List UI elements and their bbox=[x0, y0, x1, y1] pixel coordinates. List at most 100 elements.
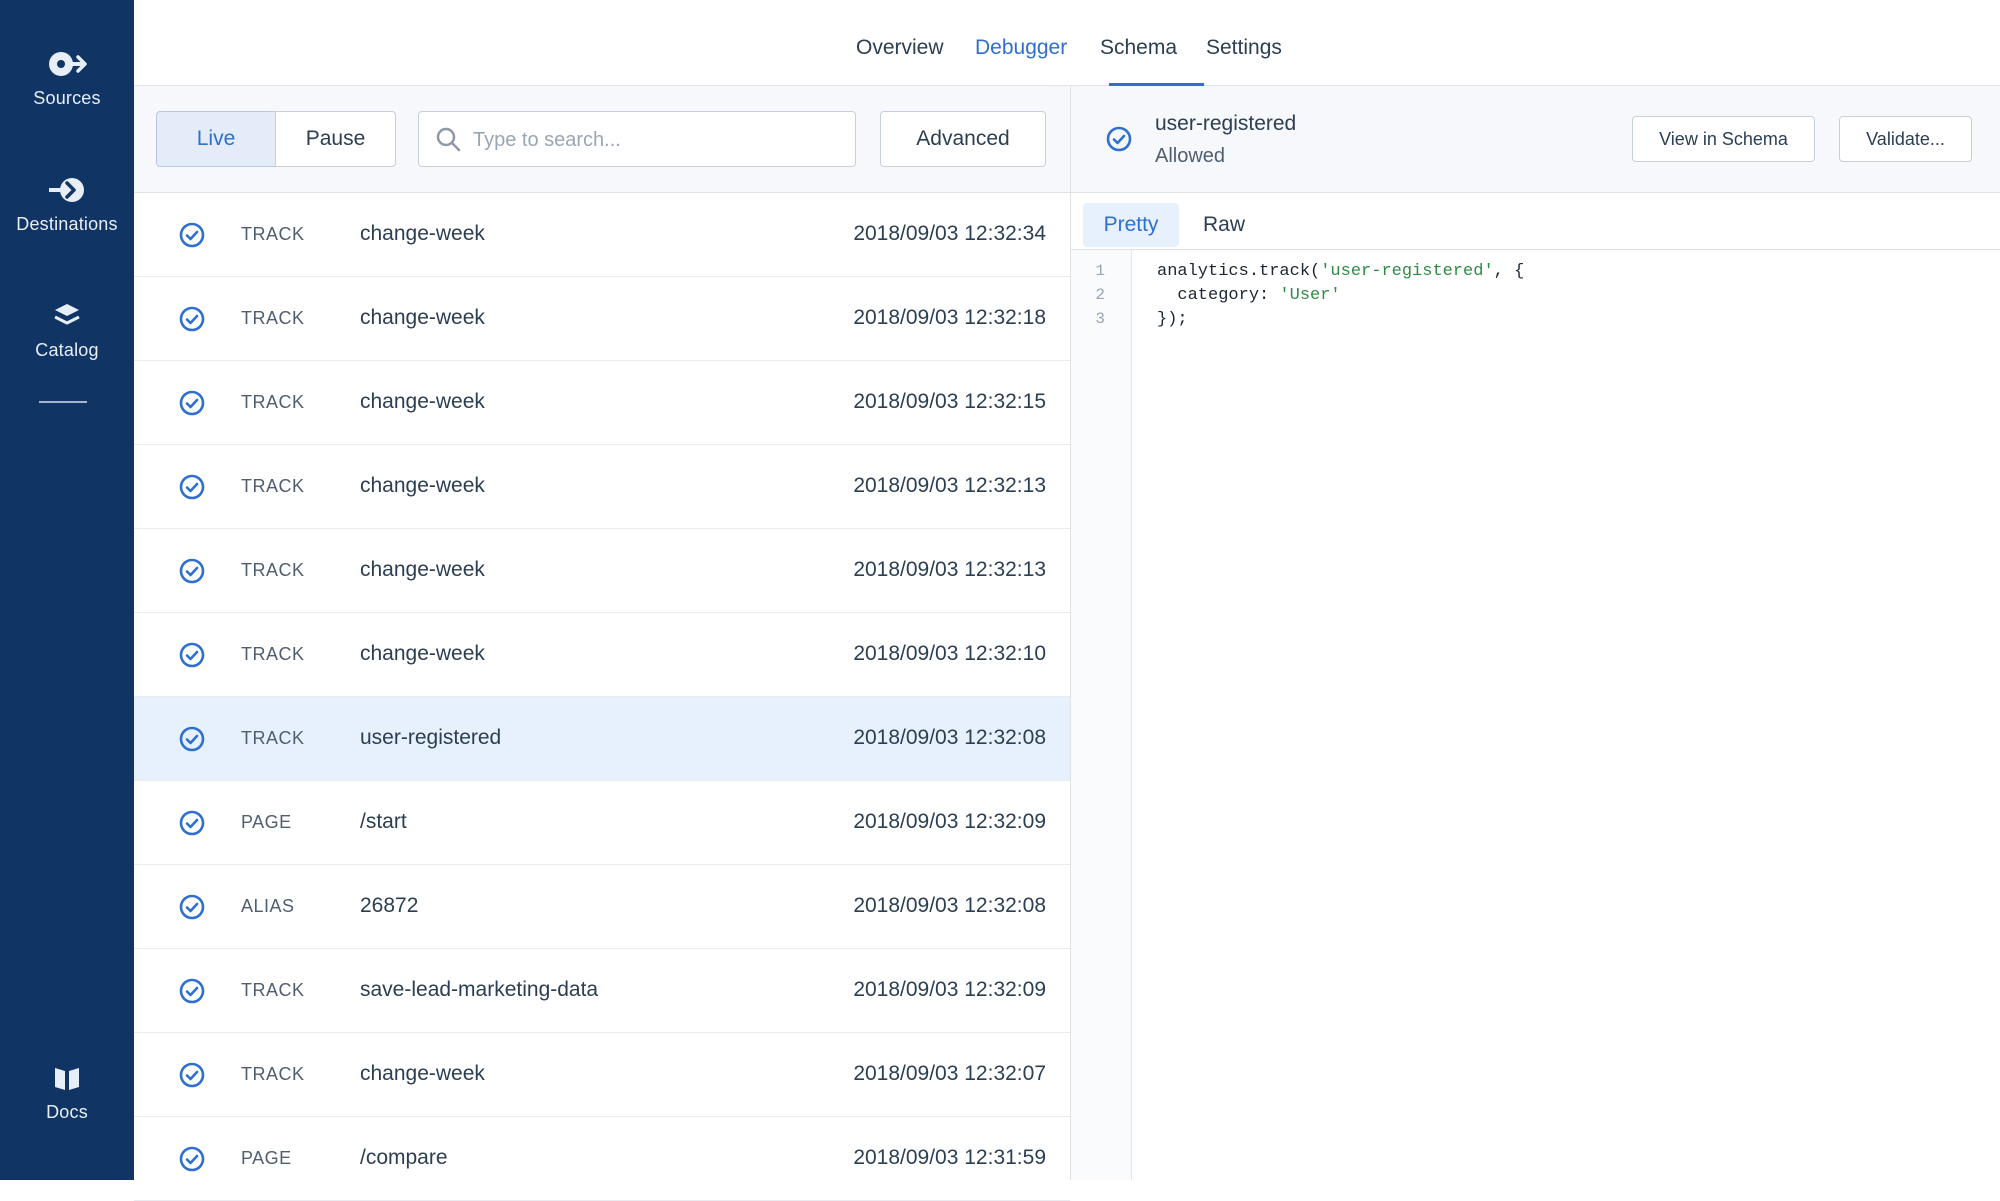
event-name: /start bbox=[360, 810, 407, 833]
event-list: TRACK change-week 2018/09/03 12:32:34 TRACK… bbox=[134, 193, 1070, 1201]
sidebar-item-label: Docs bbox=[46, 1102, 88, 1122]
search-box bbox=[418, 111, 856, 167]
code-text: category: bbox=[1157, 286, 1280, 305]
event-type: TRACK bbox=[241, 476, 305, 496]
event-type: TRACK bbox=[241, 980, 305, 1000]
event-name: change-week bbox=[360, 1062, 485, 1085]
event-timestamp: 2018/09/03 12:32:13 bbox=[853, 558, 1046, 581]
sidebar: Sources Destinations Catalog Docs bbox=[0, 0, 134, 1180]
top-tab-bar: Overview Debugger Schema Settings bbox=[134, 0, 2000, 86]
catalog-icon bbox=[54, 304, 80, 325]
check-circle-icon bbox=[1106, 126, 1132, 152]
event-timestamp: 2018/09/03 12:32:09 bbox=[853, 978, 1046, 1001]
event-type: PAGE bbox=[241, 1148, 292, 1168]
sidebar-item-sources[interactable]: Sources bbox=[0, 46, 134, 109]
event-name: user-registered bbox=[360, 726, 502, 749]
event-row[interactable]: TRACK change-week 2018/09/03 12:32:34 bbox=[134, 193, 1070, 277]
line-number: 2 bbox=[1095, 286, 1105, 304]
tab-settings[interactable]: Settings bbox=[1206, 36, 1282, 60]
event-row[interactable]: TRACK save-lead-marketing-data 2018/09/03 … bbox=[134, 949, 1070, 1033]
event-timestamp: 2018/09/03 12:32:07 bbox=[853, 1062, 1046, 1085]
line-number: 1 bbox=[1095, 262, 1105, 280]
event-type: TRACK bbox=[241, 644, 305, 664]
tab-overview[interactable]: Overview bbox=[856, 36, 944, 60]
event-row[interactable]: PAGE/start 2018/09/03 12:32:09 bbox=[134, 781, 1070, 865]
code-text: analytics.track( bbox=[1157, 262, 1321, 281]
tab-pretty[interactable]: Pretty bbox=[1083, 203, 1179, 247]
tab-schema[interactable]: Schema bbox=[1100, 36, 1177, 60]
code-string: 'User' bbox=[1279, 286, 1341, 305]
event-stream-panel: Live Pause Advanced TRACK change-week 2018… bbox=[134, 86, 1071, 1201]
event-type: TRACK bbox=[241, 224, 305, 244]
check-circle-icon bbox=[179, 390, 205, 416]
sidebar-item-label: Destinations bbox=[16, 214, 118, 234]
tab-raw[interactable]: Raw bbox=[1189, 203, 1259, 247]
event-name: change-week bbox=[360, 306, 485, 329]
code-text: , { bbox=[1493, 262, 1525, 281]
code-viewer: 1 2 3 analytics.track('user-registered',… bbox=[1071, 250, 2000, 1180]
event-name: change-week bbox=[360, 642, 485, 665]
sidebar-item-label: Sources bbox=[33, 88, 101, 108]
event-timestamp: 2018/09/03 12:32:13 bbox=[853, 474, 1046, 497]
event-row[interactable]: TRACK change-week 2018/09/03 12:32:15 bbox=[134, 361, 1070, 445]
debugger-toolbar: Live Pause Advanced bbox=[134, 86, 1070, 193]
event-name: change-week bbox=[360, 558, 485, 581]
line-number: 3 bbox=[1095, 310, 1105, 328]
check-circle-icon bbox=[179, 558, 205, 584]
code-line: analytics.track('user-registered', { bbox=[1157, 262, 1524, 281]
search-icon bbox=[436, 127, 461, 152]
advanced-button[interactable]: Advanced bbox=[880, 111, 1046, 167]
event-name: save-lead-marketing-data bbox=[360, 978, 599, 1001]
sidebar-item-destinations[interactable]: Destinations bbox=[0, 172, 134, 235]
event-name: /compare bbox=[360, 1146, 448, 1169]
event-type: PAGE bbox=[241, 812, 292, 832]
live-button[interactable]: Live bbox=[156, 111, 276, 167]
check-circle-icon bbox=[179, 642, 205, 668]
sidebar-divider bbox=[39, 401, 87, 403]
sidebar-item-label: Catalog bbox=[35, 340, 99, 360]
event-row[interactable]: TRACK change-week 2018/09/03 12:32:18 bbox=[134, 277, 1070, 361]
event-timestamp: 2018/09/03 12:32:09 bbox=[853, 810, 1046, 833]
event-timestamp: 2018/09/03 12:32:08 bbox=[853, 894, 1046, 917]
code-text: }); bbox=[1157, 310, 1188, 329]
event-type: TRACK bbox=[241, 392, 305, 412]
code-string: 'user-registered' bbox=[1320, 262, 1494, 281]
event-type: TRACK bbox=[241, 308, 305, 328]
event-row[interactable]: TRACK change-week 2018/09/03 12:32:13 bbox=[134, 445, 1070, 529]
sources-icon bbox=[49, 52, 87, 76]
check-circle-icon bbox=[179, 306, 205, 332]
docs-icon bbox=[55, 1068, 79, 1090]
event-type: TRACK bbox=[241, 1064, 305, 1084]
check-circle-icon bbox=[179, 726, 205, 752]
event-type: TRACK bbox=[241, 560, 305, 580]
check-circle-icon bbox=[179, 894, 205, 920]
destinations-icon bbox=[49, 178, 84, 202]
event-title: user-registered bbox=[1155, 112, 1297, 135]
event-row[interactable]: TRACK change-week 2018/09/03 12:32:10 bbox=[134, 613, 1070, 697]
search-input[interactable] bbox=[471, 122, 845, 158]
event-timestamp: 2018/09/03 12:32:08 bbox=[853, 726, 1046, 749]
validate-button[interactable]: Validate... bbox=[1839, 116, 1972, 162]
event-row[interactable]: ALIAS 26872 2018/09/03 12:32:08 bbox=[134, 865, 1070, 949]
detail-header: user-registered Allowed View in Schema V… bbox=[1071, 86, 2000, 193]
event-row[interactable]: TRACK change-week 2018/09/03 12:32:13 bbox=[134, 529, 1070, 613]
view-in-schema-button[interactable]: View in Schema bbox=[1632, 116, 1815, 162]
sidebar-item-docs[interactable]: Docs bbox=[0, 1060, 134, 1123]
event-row[interactable]: TRACK user-registered 2018/09/03 12:32:08 bbox=[134, 697, 1070, 781]
event-detail-panel: user-registered Allowed View in Schema V… bbox=[1071, 86, 2000, 1180]
sidebar-item-catalog[interactable]: Catalog bbox=[0, 298, 134, 361]
event-row[interactable]: TRACK change-week 2018/09/03 12:32:07 bbox=[134, 1033, 1070, 1117]
event-timestamp: 2018/09/03 12:31:59 bbox=[853, 1146, 1046, 1169]
tab-debugger[interactable]: Debugger bbox=[975, 36, 1067, 60]
check-circle-icon bbox=[179, 1146, 205, 1172]
pause-button[interactable]: Pause bbox=[275, 111, 396, 167]
event-name: change-week bbox=[360, 474, 485, 497]
check-circle-icon bbox=[179, 1062, 205, 1088]
event-type: ALIAS bbox=[241, 896, 295, 916]
format-tabs: Pretty Raw bbox=[1071, 193, 2000, 250]
check-circle-icon bbox=[179, 474, 205, 500]
check-circle-icon bbox=[179, 222, 205, 248]
event-name: change-week bbox=[360, 390, 485, 413]
event-row[interactable]: PAGE/compare 2018/09/03 12:31:59 bbox=[134, 1117, 1070, 1201]
check-circle-icon bbox=[179, 810, 205, 836]
